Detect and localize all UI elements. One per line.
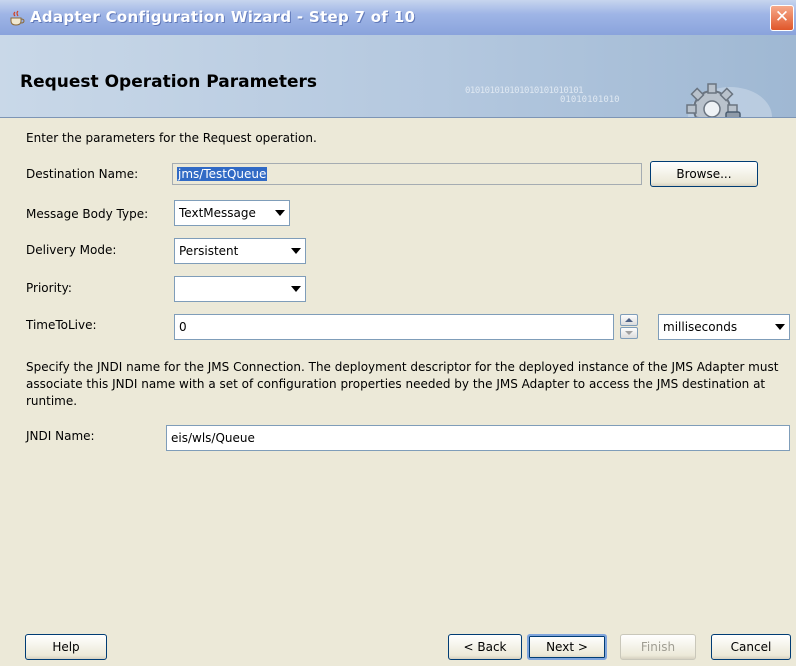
help-button[interactable]: Help — [25, 634, 107, 660]
jndi-description: Specify the JNDI name for the JMS Connec… — [26, 360, 779, 408]
chevron-down-icon — [775, 324, 785, 330]
next-button[interactable]: Next > — [527, 634, 607, 660]
chevron-down-icon — [291, 248, 301, 254]
message-body-type-value: TextMessage — [179, 206, 256, 220]
chevron-down-icon — [275, 210, 285, 216]
browse-button[interactable]: Browse... — [650, 161, 758, 187]
close-button[interactable]: ✕ — [770, 5, 794, 31]
time-unit-select[interactable]: milliseconds — [658, 314, 790, 340]
destination-name-value: jms/TestQueue — [177, 167, 268, 181]
destination-name-label: Destination Name: — [26, 167, 139, 181]
time-to-live-spinner[interactable] — [620, 314, 638, 340]
finish-button[interactable]: Finish — [620, 634, 696, 660]
wizard-window: Adapter Configuration Wizard - Step 7 of… — [0, 0, 796, 666]
wizard-header: Request Operation Parameters 01010101010… — [0, 35, 796, 118]
delivery-mode-select[interactable]: Persistent — [174, 238, 306, 264]
jndi-name-value: eis/wls/Queue — [171, 431, 255, 445]
back-button[interactable]: < Back — [448, 634, 522, 660]
priority-label: Priority: — [26, 281, 72, 295]
page-title: Request Operation Parameters — [20, 72, 317, 92]
message-body-type-select[interactable]: TextMessage — [174, 200, 290, 226]
window-title: Adapter Configuration Wizard - Step 7 of… — [30, 8, 416, 26]
cancel-button[interactable]: Cancel — [711, 634, 791, 660]
time-to-live-label: TimeToLive: — [26, 318, 97, 332]
priority-select[interactable] — [174, 276, 306, 302]
time-to-live-value: 0 — [179, 320, 187, 334]
message-body-type-label: Message Body Type: — [26, 207, 149, 221]
delivery-mode-value: Persistent — [179, 244, 239, 258]
gear-plug-icon — [686, 83, 772, 117]
spinner-up-icon[interactable] — [620, 314, 638, 326]
time-unit-value: milliseconds — [663, 320, 738, 334]
binary-decoration-2: 01010101010 — [560, 95, 620, 105]
jndi-name-field[interactable]: eis/wls/Queue — [166, 425, 790, 451]
coffee-cup-icon — [10, 10, 25, 26]
intro-text: Enter the parameters for the Request ope… — [26, 131, 317, 145]
spinner-down-icon[interactable] — [620, 327, 638, 339]
time-to-live-field[interactable]: 0 — [174, 314, 614, 340]
wizard-content: Enter the parameters for the Request ope… — [0, 118, 796, 666]
destination-name-field[interactable]: jms/TestQueue — [172, 163, 642, 185]
title-bar[interactable]: Adapter Configuration Wizard - Step 7 of… — [0, 0, 796, 35]
chevron-down-icon — [291, 286, 301, 292]
jndi-name-label: JNDI Name: — [26, 429, 95, 443]
delivery-mode-label: Delivery Mode: — [26, 243, 117, 257]
